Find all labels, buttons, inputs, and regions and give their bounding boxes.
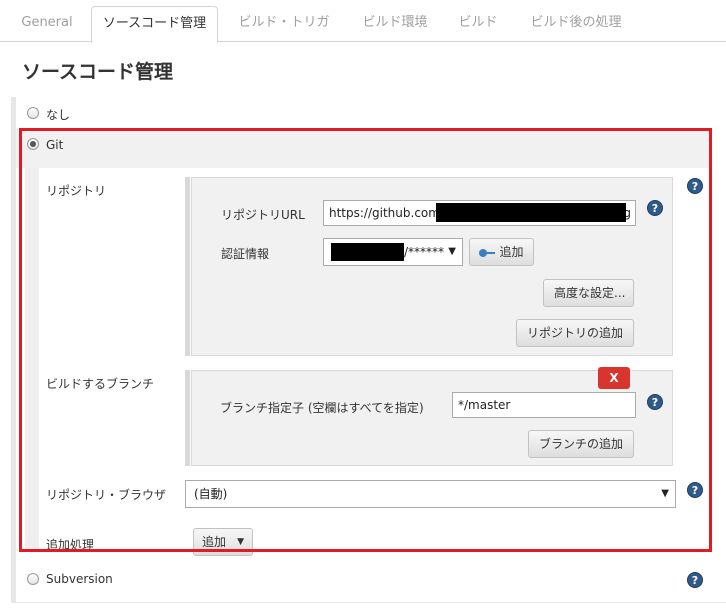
repository-url-input[interactable]: https://github.com/ g (323, 200, 636, 226)
repository-url-text: https://github.com/ (329, 206, 444, 220)
repository-browser-select[interactable]: (自動) ▼ (185, 480, 676, 508)
help-icon[interactable]: ? (687, 482, 703, 498)
add-repository-button[interactable]: リポジトリの追加 (516, 319, 634, 347)
git-indent-bar (25, 168, 39, 552)
scm-none-radio[interactable] (27, 107, 39, 119)
redacted-url-part (436, 203, 626, 222)
help-icon[interactable]: ? (647, 200, 663, 216)
branch-specifier-label: ブランチ指定子 (空欄はすべてを指定) (220, 401, 424, 415)
chevron-down-icon: ▼ (661, 488, 669, 499)
branches-section-label: ビルドするブランチ (46, 377, 155, 391)
repository-panel-bar (185, 177, 190, 356)
scm-none-label: なし (46, 108, 71, 122)
tab-build[interactable]: ビルド (449, 6, 507, 42)
add-credentials-label: 追加 (499, 245, 524, 259)
chevron-down-icon: ▼ (237, 537, 244, 547)
scm-subversion-radio[interactable] (27, 573, 39, 585)
add-credentials-button[interactable]: 追加 (469, 238, 534, 266)
section-left-bar (11, 97, 16, 602)
bottom-divider (11, 602, 726, 603)
git-header-band (16, 128, 712, 168)
additional-behaviours-label: 追加処理 (46, 538, 95, 552)
tab-general[interactable]: General (12, 6, 82, 42)
help-icon[interactable]: ? (647, 394, 663, 410)
page-title: ソースコード管理 (22, 61, 174, 83)
repository-section-label: リポジトリ (46, 184, 107, 198)
branch-specifier-input[interactable]: */master (452, 392, 636, 418)
tab-source-code-management[interactable]: ソースコード管理 (91, 6, 218, 43)
tab-bar: General ソースコード管理 ビルド・トリガ ビルド環境 ビルド ビルド後の… (0, 0, 726, 43)
repository-browser-value: (自動) (194, 487, 228, 501)
redacted-credential-name (331, 243, 404, 261)
tab-post-build[interactable]: ビルド後の処理 (518, 6, 634, 42)
add-behaviour-label: 追加 (202, 535, 227, 549)
credentials-masked-text: /****** (404, 245, 445, 259)
tab-build-environment[interactable]: ビルド環境 (352, 6, 438, 42)
delete-branch-button[interactable]: X (598, 367, 630, 389)
branches-panel-bar (185, 370, 190, 466)
help-icon[interactable]: ? (687, 178, 703, 194)
repository-browser-label: リポジトリ・ブラウザ (46, 488, 167, 502)
add-behaviour-button[interactable]: 追加 ▼ (193, 528, 253, 556)
scm-subversion-label: Subversion (46, 572, 113, 586)
add-branch-button[interactable]: ブランチの追加 (528, 430, 634, 458)
chevron-down-icon: ▼ (448, 246, 456, 257)
tab-build-triggers[interactable]: ビルド・トリガ (228, 6, 340, 42)
credentials-select[interactable]: /****** ▼ (323, 238, 463, 266)
help-icon[interactable]: ? (687, 572, 703, 588)
scm-git-label: Git (46, 138, 64, 152)
key-icon (479, 248, 496, 257)
advanced-button[interactable]: 高度な設定... (543, 279, 634, 307)
repository-url-label: リポジトリURL (221, 208, 305, 222)
scm-git-radio[interactable] (27, 138, 39, 150)
credentials-label: 認証情報 (221, 247, 270, 261)
